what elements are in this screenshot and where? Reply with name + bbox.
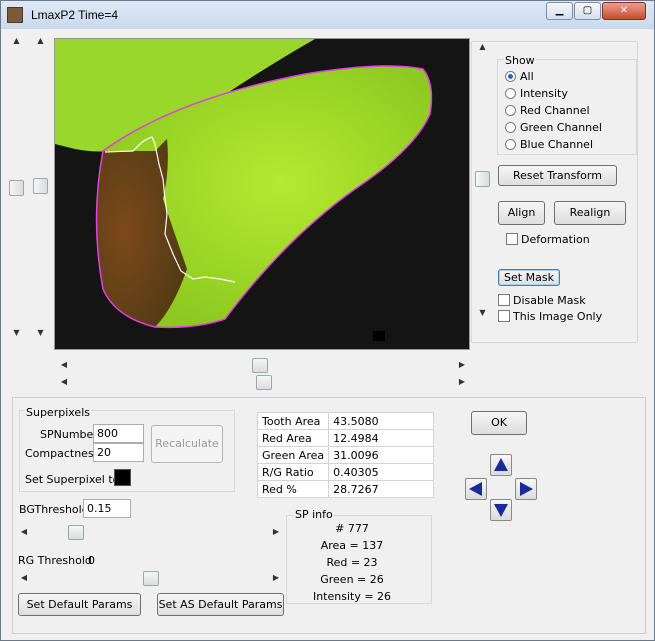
recalculate-button[interactable]: Recalculate: [151, 425, 223, 463]
stat-value: 0.40305: [328, 463, 434, 481]
compactness-label: Compactness: [25, 447, 100, 460]
align-button[interactable]: Align: [498, 201, 545, 225]
horizontal-scrollbar-2[interactable]: ◀ ▶: [58, 375, 468, 390]
set-superpixel-label: Set Superpixel to: [25, 473, 120, 486]
scroll-left-icon[interactable]: ◀: [58, 358, 70, 372]
set-as-default-params-button[interactable]: Set AS Default Params: [157, 593, 284, 616]
rg-threshold-label: RG Threshold: [18, 554, 92, 567]
stat-value: 43.5080: [328, 412, 434, 430]
bg-threshold-slider[interactable]: ◀ ▶: [18, 525, 282, 540]
this-image-only-label: This Image Only: [513, 310, 603, 323]
ok-button[interactable]: OK: [471, 411, 527, 435]
bg-threshold-input[interactable]: 0.15: [83, 499, 131, 518]
table-row: Red Area 12.4984: [256, 429, 434, 447]
slider-thumb[interactable]: [143, 571, 159, 586]
table-row: Green Area 31.0096: [256, 446, 434, 464]
radio-red-channel[interactable]: [505, 105, 516, 116]
tooth-image: [55, 39, 469, 349]
scroll-left-icon[interactable]: ◀: [18, 525, 30, 539]
bg-threshold-label: BGThreshold: [19, 503, 89, 516]
set-default-params-button[interactable]: Set Default Params: [18, 593, 141, 616]
radio-label-green-channel: Green Channel: [520, 121, 602, 134]
app-window: LmaxP2 Time=4 ▁ ▢ ✕ ▲ ▼ ▲ ▼ ▲ ▼ ◀ ▶ ◀ ▶ …: [0, 0, 655, 641]
deformation-label: Deformation: [521, 233, 590, 246]
show-title: Show: [504, 54, 536, 67]
stat-label: R/G Ratio: [256, 463, 330, 481]
scroll-thumb[interactable]: [33, 178, 48, 194]
stat-label: Red Area: [256, 429, 330, 447]
scroll-up-icon[interactable]: ▲: [33, 35, 48, 47]
compactness-input[interactable]: 20: [93, 443, 144, 462]
this-image-only-checkbox[interactable]: [498, 310, 510, 322]
scroll-up-icon[interactable]: ▲: [9, 35, 24, 47]
minimize-button[interactable]: ▁: [546, 2, 573, 20]
nav-right-button[interactable]: [515, 478, 537, 500]
nav-down-button[interactable]: [490, 499, 512, 521]
scroll-down-icon[interactable]: ▼: [33, 327, 48, 339]
sp-info-id: # 777: [335, 522, 369, 535]
table-row: R/G Ratio 0.40305: [256, 463, 434, 481]
superpixels-title: Superpixels: [25, 406, 91, 419]
nav-left-button[interactable]: [465, 478, 487, 500]
sp-number-label: SPNumber: [40, 428, 98, 441]
close-button[interactable]: ✕: [602, 2, 646, 20]
stat-label: Red %: [256, 480, 330, 498]
slider-thumb[interactable]: [68, 525, 84, 540]
stat-label: Green Area: [256, 446, 330, 464]
rg-threshold-value: 0: [88, 554, 95, 567]
stat-value: 28.7267: [328, 480, 434, 498]
deformation-checkbox[interactable]: [506, 233, 518, 245]
set-mask-button[interactable]: Set Mask: [498, 269, 560, 286]
radio-label-red-channel: Red Channel: [520, 104, 590, 117]
sp-number-input[interactable]: 800: [93, 424, 144, 443]
sp-info-red: Red = 23: [326, 556, 378, 569]
arrow-up-icon: [494, 458, 508, 471]
stats-table: Tooth Area 43.5080 Red Area 12.4984 Gree…: [256, 412, 434, 498]
nav-up-button[interactable]: [490, 454, 512, 476]
arrow-left-icon: [469, 482, 482, 496]
radio-blue-channel[interactable]: [505, 139, 516, 150]
title-bar: LmaxP2 Time=4 ▁ ▢ ✕: [1, 1, 654, 29]
tooth-image-view[interactable]: [54, 38, 470, 350]
scroll-down-icon[interactable]: ▼: [9, 327, 24, 339]
radio-label-intensity: Intensity: [520, 87, 568, 100]
scroll-right-icon[interactable]: ▶: [270, 571, 282, 585]
rg-threshold-slider[interactable]: ◀ ▶: [18, 571, 282, 586]
stat-label: Tooth Area: [256, 412, 330, 430]
sp-info-green: Green = 26: [320, 573, 384, 586]
vertical-scrollbar-2[interactable]: ▲ ▼: [33, 35, 48, 341]
arrow-right-icon: [520, 482, 533, 496]
scroll-right-icon[interactable]: ▶: [456, 358, 468, 372]
sp-info-title: SP info: [294, 508, 334, 521]
superpixel-color-swatch[interactable]: [114, 469, 131, 486]
arrow-down-icon: [494, 504, 508, 517]
sp-info-area: Area = 137: [320, 539, 384, 552]
scroll-right-icon[interactable]: ▶: [456, 375, 468, 389]
radio-intensity[interactable]: [505, 88, 516, 99]
horizontal-scrollbar-1[interactable]: ◀ ▶: [58, 358, 468, 373]
radio-green-channel[interactable]: [505, 122, 516, 133]
window-title: LmaxP2 Time=4: [31, 8, 119, 22]
radio-all[interactable]: [505, 71, 516, 82]
table-row: Tooth Area 43.5080: [256, 412, 434, 430]
stat-value: 12.4984: [328, 429, 434, 447]
app-icon: [7, 7, 23, 23]
scroll-right-icon[interactable]: ▶: [270, 525, 282, 539]
realign-button[interactable]: Realign: [554, 201, 626, 225]
scroll-thumb[interactable]: [9, 180, 24, 196]
maximize-button[interactable]: ▢: [574, 2, 601, 20]
table-row: Red % 28.7267: [256, 480, 434, 498]
vertical-scrollbar-1[interactable]: ▲ ▼: [9, 35, 24, 341]
scroll-left-icon[interactable]: ◀: [58, 375, 70, 389]
radio-label-blue-channel: Blue Channel: [520, 138, 593, 151]
scroll-left-icon[interactable]: ◀: [18, 571, 30, 585]
stat-value: 31.0096: [328, 446, 434, 464]
scroll-thumb[interactable]: [256, 375, 272, 390]
radio-label-all: All: [520, 70, 534, 83]
scroll-thumb[interactable]: [252, 358, 268, 373]
disable-mask-checkbox[interactable]: [498, 294, 510, 306]
sp-info-intensity: Intensity = 26: [312, 590, 392, 603]
reset-transform-button[interactable]: Reset Transform: [498, 165, 617, 186]
disable-mask-label: Disable Mask: [513, 294, 586, 307]
